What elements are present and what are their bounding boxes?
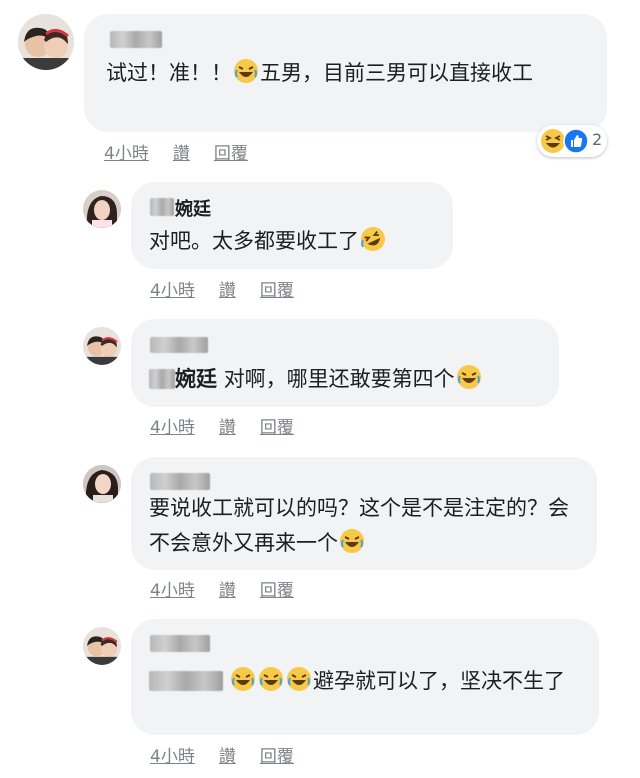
comment-bubble: 要说收工就可以的吗？这个是不是注定的？会不会意外又再来一个 [131, 457, 597, 570]
like-link[interactable]: 讚 [219, 281, 236, 301]
avatar-woman[interactable] [83, 190, 121, 228]
rofl-emoji-icon [360, 226, 386, 252]
comment-bubble: 婉廷 对吧。太多都要收工了 [131, 182, 453, 269]
timestamp-link[interactable]: 4小時 [150, 418, 195, 438]
author-name[interactable]: 婉廷 [175, 195, 211, 221]
woman-photo [83, 465, 121, 503]
laughing-emoji-icon [339, 528, 365, 554]
comment-actions: 4小時 讚 回覆 [150, 742, 318, 767]
mentioned-user[interactable]: 婉廷 [175, 367, 217, 391]
comment-actions: 4小時 讚 回覆 [104, 139, 272, 164]
reply-link[interactable]: 回覆 [260, 747, 294, 767]
comment-text: 对吧。太多都要收工了 [149, 224, 449, 259]
like-thumb-icon [563, 128, 589, 154]
reply-link[interactable]: 回覆 [214, 144, 248, 164]
timestamp-link[interactable]: 4小時 [150, 581, 195, 601]
reply-link[interactable]: 回覆 [260, 281, 294, 301]
laughing-emoji-icon [230, 666, 256, 692]
couple-photo [83, 327, 121, 365]
couple-photo [83, 627, 121, 665]
timestamp-link[interactable]: 4小時 [150, 747, 195, 767]
comment-bubble: 试过！准！！ 五男，目前三男可以直接收工 [84, 14, 607, 132]
comment-bubble: 避孕就可以了，坚决不生了 [131, 619, 599, 735]
blurred-author-name[interactable] [150, 635, 210, 652]
reaction-count: 2 [592, 130, 603, 149]
laughing-emoji-icon [233, 58, 259, 84]
avatar-couple[interactable] [18, 14, 74, 70]
timestamp-link[interactable]: 4小時 [150, 281, 195, 301]
like-link[interactable]: 讚 [219, 747, 236, 767]
avatar-couple[interactable] [83, 627, 121, 665]
comment-text: 试过！准！！ 五男，目前三男可以直接收工 [106, 56, 596, 91]
laughing-emoji-icon [286, 666, 312, 692]
comment-actions: 4小時 讚 回覆 [150, 576, 318, 601]
like-link[interactable]: 讚 [219, 581, 236, 601]
couple-photo [18, 14, 74, 70]
comment-actions: 4小時 讚 回覆 [150, 276, 318, 301]
blurred-author-name[interactable] [150, 473, 210, 490]
comment-actions: 4小時 讚 回覆 [150, 413, 318, 438]
laughing-emoji-icon [258, 666, 284, 692]
timestamp-link[interactable]: 4小時 [104, 144, 149, 164]
laughing-emoji-icon [456, 364, 482, 390]
comment-text: 婉廷 对啊，哪里还敢要第四个 [175, 362, 555, 397]
woman-photo [83, 190, 121, 228]
like-link[interactable]: 讚 [219, 418, 236, 438]
blurred-author-name[interactable] [110, 31, 162, 48]
blurred-author-name[interactable] [150, 198, 174, 216]
avatar-couple[interactable] [83, 327, 121, 365]
blurred-mention[interactable] [149, 369, 175, 389]
comment-text: 要说收工就可以的吗？这个是不是注定的？会不会意外又再来一个 [149, 496, 569, 555]
reply-link[interactable]: 回覆 [260, 418, 294, 438]
reply-link[interactable]: 回覆 [260, 581, 294, 601]
comment-bubble: 婉廷 对啊，哪里还敢要第四个 [131, 319, 559, 407]
blurred-author-name[interactable] [150, 337, 208, 353]
like-link[interactable]: 讚 [173, 144, 190, 164]
comment-text: 避孕就可以了，坚决不生了 [149, 664, 587, 699]
avatar-woman[interactable] [83, 465, 121, 503]
reaction-summary[interactable]: 2 [537, 125, 607, 157]
